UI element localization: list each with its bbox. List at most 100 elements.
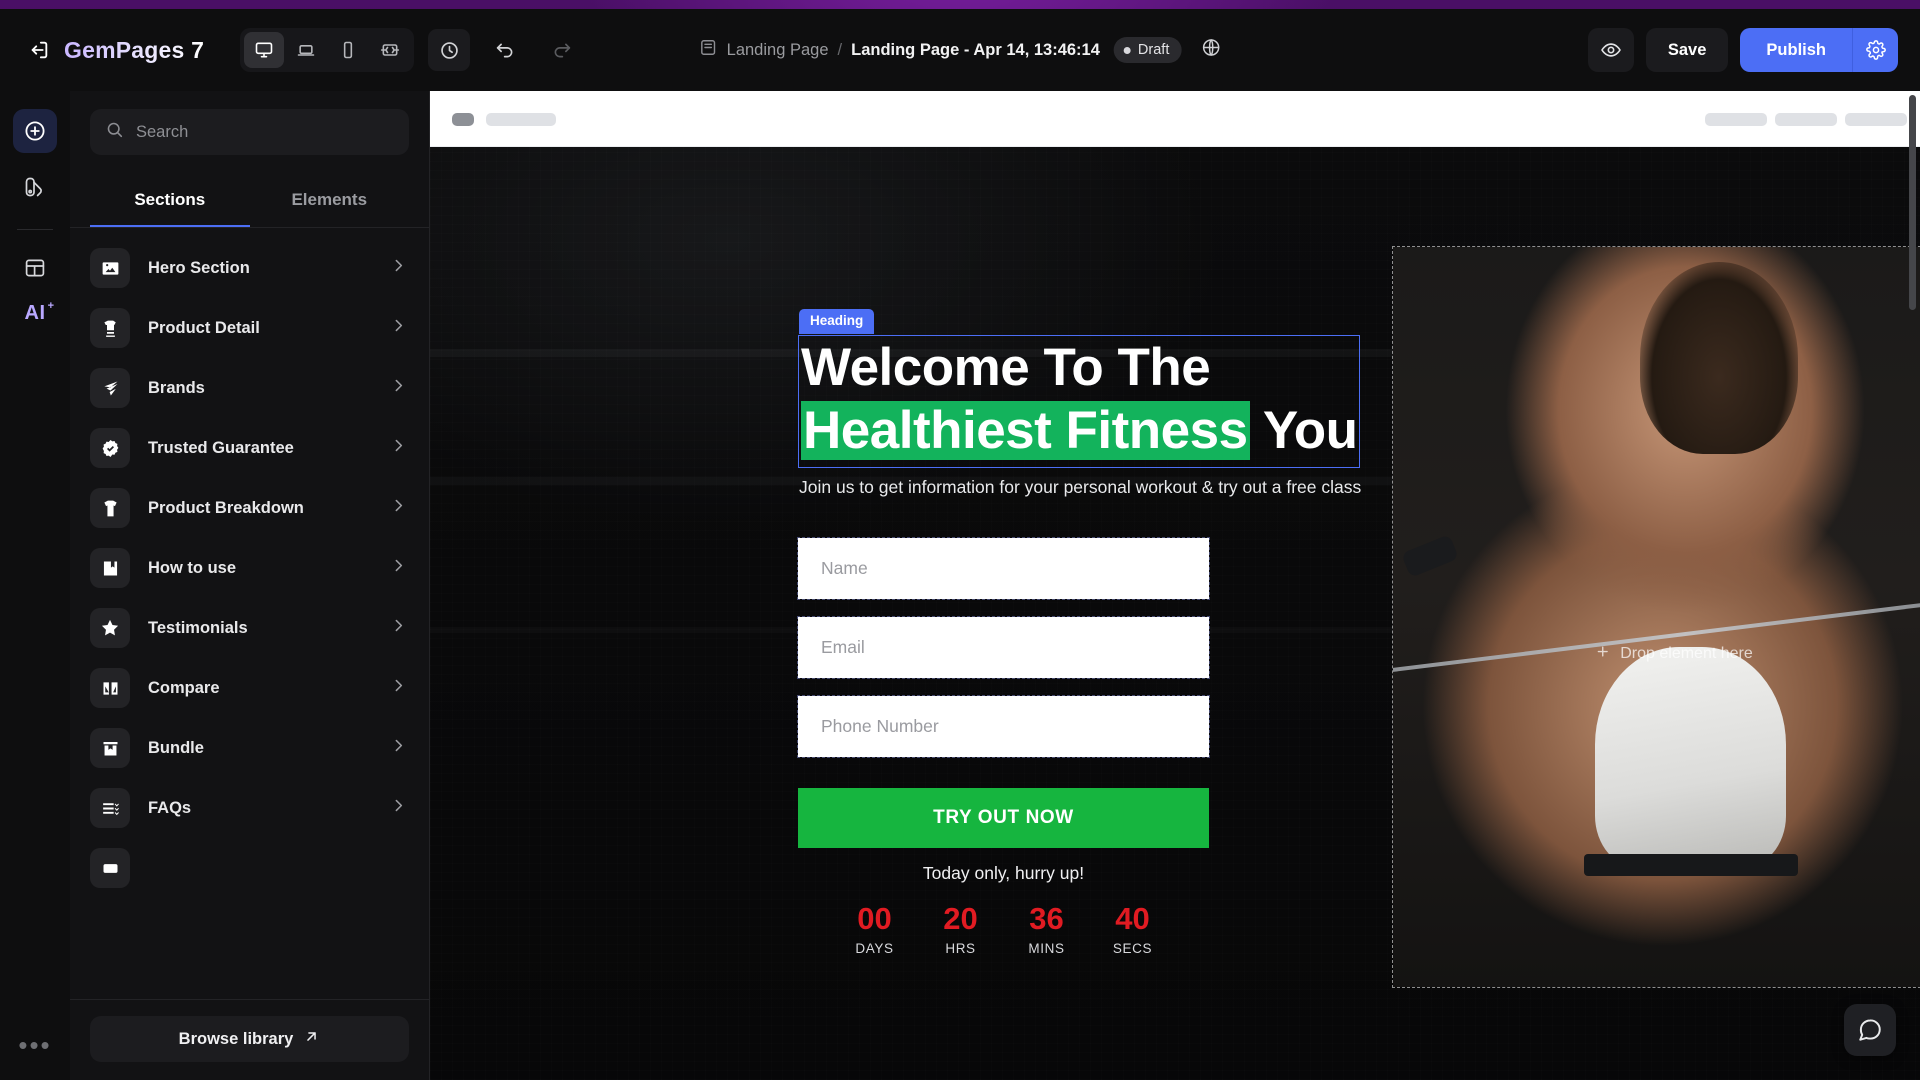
version-history-button[interactable] [428,29,471,71]
rail-more-button[interactable]: ••• [18,1032,51,1058]
search-input[interactable] [136,122,394,142]
compare-icon [90,668,130,708]
chevron-right-icon[interactable] [390,257,407,279]
hero-field-name[interactable]: Name [797,537,1210,600]
countdown-unit-hours: 20 HRS [930,897,992,956]
skeleton-bar [1845,113,1907,126]
chevron-right-icon[interactable] [390,317,407,339]
device-responsive-button[interactable] [370,32,410,68]
rail-ai-label: AI [24,302,46,324]
sidebar-item-label: FAQs [148,798,192,817]
status-badge: Draft [1113,37,1182,63]
countdown-hours-value: 20 [943,901,978,936]
hero-heading-line-1: Welcome To The [801,338,1211,397]
sidebar-item-label: Brands [148,378,205,397]
countdown-unit-days: 00 DAYS [844,897,906,956]
selected-heading-element[interactable]: Heading Welcome To The Healthiest Fitnes… [798,309,1360,468]
chevron-right-icon[interactable] [390,377,407,399]
book-bookmark-icon [90,548,130,588]
countdown-unit-seconds: 40 SECS [1102,897,1164,956]
countdown-days-value: 00 [857,901,892,936]
chevron-right-icon[interactable] [390,797,407,819]
rail-item-theme[interactable] [13,165,57,209]
rail-item-add[interactable] [13,109,57,153]
hero-cta-button[interactable]: TRY OUT NOW [798,788,1209,848]
save-button[interactable]: Save [1645,28,1729,72]
badge-check-icon [90,428,130,468]
sidebar-item-label: Product Detail [148,318,260,337]
device-laptop-button[interactable] [286,32,326,68]
sidebar-item-product-detail[interactable]: Product Detail [70,298,429,358]
browse-library-label: Browse library [178,1029,294,1048]
chat-bubble-icon[interactable] [1844,1004,1896,1056]
status-badge-label: Draft [1137,42,1170,58]
countdown-minutes-value: 36 [1029,901,1064,936]
canvas-scrollbar[interactable] [1909,95,1916,1080]
sidebar-item-partial[interactable] [70,838,429,898]
top-toolbar: GemPages 7 Landing Page / Landing Page -… [0,9,1920,91]
gempages-editor-window: GemPages 7 Landing Page / Landing Page -… [0,9,1920,1080]
chevron-right-icon[interactable] [390,437,407,459]
browse-library-button[interactable]: Browse library [90,1016,409,1062]
device-mobile-button[interactable] [328,32,368,68]
page-canvas[interactable]: Drop element here Heading Welcome To The… [430,91,1920,1080]
countdown-minutes-label: MINS [1028,941,1065,956]
sections-list[interactable]: Hero Section Product Detail Brands Trust… [70,228,429,999]
redo-button[interactable] [540,29,582,71]
sidebar-item-trusted-guarantee[interactable]: Trusted Guarantee [70,418,429,478]
tab-sections[interactable]: Sections [90,177,250,227]
hero-heading-line-2: Healthiest Fitness You [799,399,1359,462]
sidebar-item-label: How to use [148,558,237,577]
chevron-right-icon[interactable] [390,617,407,639]
globe-icon[interactable] [1200,37,1221,63]
sidebar-item-label: Testimonials [148,618,248,637]
sidebar-item-brands[interactable]: Brands [70,358,429,418]
hero-section-preview[interactable]: Drop element here Heading Welcome To The… [430,147,1920,1080]
sidebar-item-how-to-use[interactable]: How to use [70,538,429,598]
sidebar-item-label: Hero Section [148,258,250,277]
hero-image-dropzone[interactable]: Drop element here [1392,246,1920,988]
star-icon [90,608,130,648]
skeleton-bar [1775,113,1837,126]
sidebar-item-faqs[interactable]: FAQs [70,778,429,838]
search-box[interactable] [90,109,409,155]
device-desktop-button[interactable] [244,32,285,68]
canvas-skeleton-header [430,91,1920,147]
publish-group: Publish [1740,28,1898,72]
plus-icon [1595,644,1610,664]
chevron-right-icon[interactable] [390,497,407,519]
hero-field-phone[interactable]: Phone Number [797,695,1210,758]
photo-band [1584,853,1798,876]
exit-icon[interactable] [28,39,50,61]
undo-button[interactable] [484,29,526,71]
photo-sports-top [1595,646,1787,869]
chevron-right-icon[interactable] [390,677,407,699]
tab-elements[interactable]: Elements [250,177,410,227]
countdown-unit-minutes: 36 MINS [1016,897,1078,956]
chevron-right-icon[interactable] [390,737,407,759]
breadcrumb-separator: / [837,40,843,59]
sidebar-item-bundle[interactable]: Bundle [70,718,429,778]
breadcrumb-root[interactable]: Landing Page [727,41,829,60]
rail-item-ai[interactable]: AI + [24,300,55,325]
chevron-right-icon[interactable] [390,557,407,579]
sidebar-item-product-breakdown[interactable]: Product Breakdown [70,478,429,538]
sidebar-item-hero-section[interactable]: Hero Section [70,238,429,298]
breadcrumb-current-page[interactable]: Landing Page - Apr 14, 13:46:14 [851,41,1100,60]
hero-field-email[interactable]: Email [797,616,1210,679]
sidebar-item-label: Trusted Guarantee [148,438,294,457]
rail-ai-sup: + [47,300,55,312]
skeleton-bar [1705,113,1767,126]
sidebar-item-compare[interactable]: Compare [70,658,429,718]
sidebar-item-label: Bundle [148,738,204,757]
countdown-hours-label: HRS [945,941,976,956]
publish-button[interactable]: Publish [1740,28,1852,72]
faq-list-icon [90,788,130,828]
countdown-days-label: DAYS [855,941,894,956]
canvas-scrollbar-thumb[interactable] [1909,95,1916,310]
sections-panel: Sections Elements Hero Section Product D… [70,91,430,1080]
sidebar-item-testimonials[interactable]: Testimonials [70,598,429,658]
rail-item-layout[interactable] [13,246,57,290]
gear-icon[interactable] [1852,28,1898,72]
preview-button[interactable] [1587,28,1634,72]
